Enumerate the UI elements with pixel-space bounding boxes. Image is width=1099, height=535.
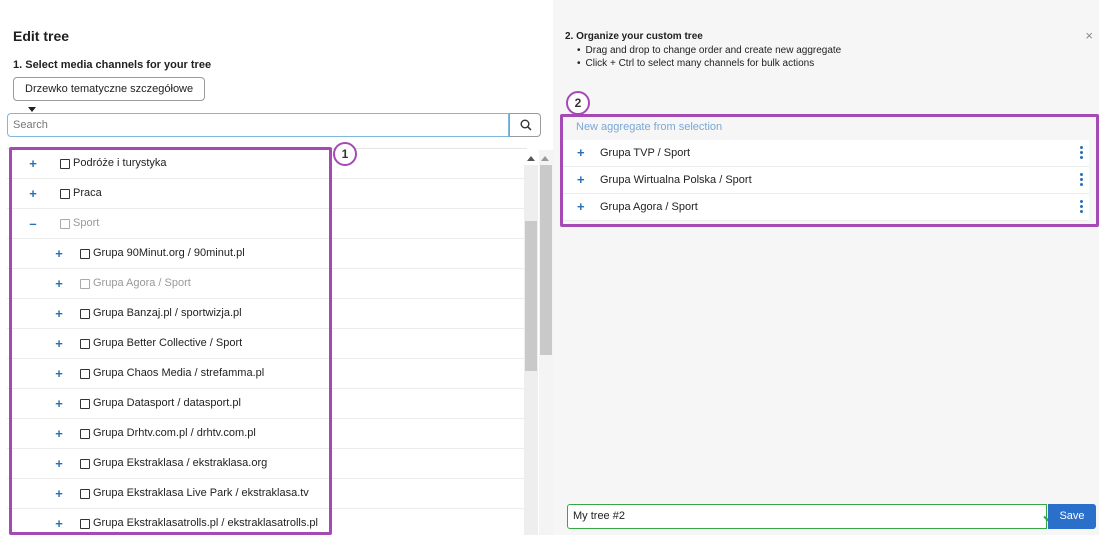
custom-tree-item-label: Grupa Wirtualna Polska / Sport: [600, 174, 752, 186]
tree-row[interactable]: + Grupa Ekstraklasa Live Park / ekstrakl…: [7, 479, 527, 509]
checkbox[interactable]: [80, 369, 90, 379]
expand-icon[interactable]: +: [53, 366, 65, 381]
expand-icon[interactable]: +: [53, 516, 65, 531]
custom-tree-item-label: Grupa Agora / Sport: [600, 201, 698, 213]
expand-icon[interactable]: +: [53, 336, 65, 351]
step-1-label: 1. Select media channels for your tree: [13, 59, 212, 71]
collapse-icon[interactable]: –: [27, 216, 39, 231]
tree-row-label: Grupa Datasport / datasport.pl: [93, 397, 241, 409]
scroll-up-icon[interactable]: [527, 156, 535, 161]
tree-row[interactable]: – Sport: [7, 209, 527, 239]
save-button[interactable]: Save: [1048, 504, 1096, 529]
tree-row-label: Grupa Drhtv.com.pl / drhtv.com.pl: [93, 427, 256, 439]
tree-row[interactable]: + Grupa Banzaj.pl / sportwizja.pl: [7, 299, 527, 329]
tree-row[interactable]: + Grupa Agora / Sport: [7, 269, 527, 299]
tree-row-label: Grupa Agora / Sport: [93, 277, 191, 289]
tree-name-value: My tree #2: [573, 510, 625, 522]
tree-type-dropdown[interactable]: Drzewko tematyczne szczegółowe: [13, 77, 205, 112]
tree-row-label: Grupa Ekstraklasa Live Park / ekstraklas…: [93, 487, 309, 499]
tree-scrollbar-thumb[interactable]: [525, 221, 537, 371]
checkbox[interactable]: [60, 159, 70, 169]
expand-icon[interactable]: +: [53, 396, 65, 411]
expand-icon[interactable]: +: [27, 156, 39, 171]
more-options-icon[interactable]: [1080, 146, 1083, 161]
search-input[interactable]: Search: [7, 113, 509, 137]
tree-row[interactable]: + Grupa Datasport / datasport.pl: [7, 389, 527, 419]
expand-icon[interactable]: +: [53, 486, 65, 501]
custom-tree-item[interactable]: + Grupa Agora / Sport: [563, 194, 1089, 221]
checkbox[interactable]: [80, 279, 90, 289]
tree-name-input[interactable]: My tree #2: [567, 504, 1055, 529]
checkbox[interactable]: [60, 219, 70, 229]
tree-row-label: Grupa Ekstraklasatrolls.pl / ekstraklasa…: [93, 517, 318, 529]
custom-tree-item-label: Grupa TVP / Sport: [600, 147, 691, 159]
instructions-list: Drag and drop to change order and create…: [577, 44, 842, 70]
expand-icon[interactable]: +: [53, 426, 65, 441]
expand-icon[interactable]: +: [53, 306, 65, 321]
search-icon: [520, 119, 532, 131]
new-aggregate-link[interactable]: New aggregate from selection: [576, 121, 722, 133]
more-options-icon[interactable]: [1080, 173, 1083, 188]
expand-icon[interactable]: +: [53, 246, 65, 261]
instruction-item: Drag and drop to change order and create…: [577, 44, 842, 57]
expand-icon[interactable]: +: [53, 456, 65, 471]
tree-row-label: Grupa Ekstraklasa / ekstraklasa.org: [93, 457, 268, 469]
dropdown-value: Drzewko tematyczne szczegółowe: [25, 83, 194, 95]
right-panel: 2. Organize your custom tree Drag and dr…: [553, 0, 1099, 535]
step-2-label: 2. Organize your custom tree: [565, 31, 703, 42]
checkbox[interactable]: [80, 489, 90, 499]
tree-row[interactable]: + Grupa Ekstraklasa / ekstraklasa.org: [7, 449, 527, 479]
tree-row[interactable]: + Grupa Drhtv.com.pl / drhtv.com.pl: [7, 419, 527, 449]
checkbox[interactable]: [80, 399, 90, 409]
tree-row[interactable]: + Grupa Chaos Media / strefamma.pl: [7, 359, 527, 389]
checkbox[interactable]: [80, 429, 90, 439]
expand-icon[interactable]: +: [27, 186, 39, 201]
expand-icon[interactable]: +: [577, 199, 585, 214]
caret-down-icon: [28, 107, 36, 112]
tree-row-label: Sport: [73, 217, 100, 229]
page-title: Edit tree: [13, 28, 70, 44]
tree-row-label: Podróże i turystyka: [73, 157, 167, 169]
page-scrollbar-thumb[interactable]: [540, 165, 552, 355]
checkbox[interactable]: [80, 249, 90, 259]
search-button[interactable]: [509, 113, 541, 137]
close-icon[interactable]: ×: [1085, 28, 1093, 43]
expand-icon[interactable]: +: [577, 145, 585, 160]
left-panel: Edit tree 1. Select media channels for y…: [0, 0, 553, 535]
checkbox[interactable]: [80, 309, 90, 319]
scroll-up-icon[interactable]: [541, 156, 549, 161]
custom-tree-item[interactable]: + Grupa Wirtualna Polska / Sport: [563, 167, 1089, 194]
expand-icon[interactable]: +: [577, 172, 585, 187]
step-badge-2: 2: [566, 91, 590, 115]
tree-row[interactable]: + Grupa Ekstraklasatrolls.pl / ekstrakla…: [7, 509, 527, 535]
expand-icon[interactable]: +: [53, 276, 65, 291]
instruction-item: Click + Ctrl to select many channels for…: [577, 57, 841, 70]
custom-tree-item[interactable]: + Grupa TVP / Sport: [563, 140, 1089, 167]
checkbox[interactable]: [60, 189, 70, 199]
tree-row[interactable]: + Praca: [7, 179, 527, 209]
tree-row[interactable]: + Podróże i turystyka: [7, 149, 527, 179]
tree-row-label: Grupa Better Collective / Sport: [93, 337, 243, 349]
checkbox[interactable]: [80, 519, 90, 529]
tree-row-label: Grupa 90Minut.org / 90minut.pl: [93, 247, 245, 259]
step-badge-1: 1: [333, 142, 357, 166]
checkbox[interactable]: [80, 459, 90, 469]
tree-row-label: Grupa Banzaj.pl / sportwizja.pl: [93, 307, 242, 319]
tree-row[interactable]: + Grupa Better Collective / Sport: [7, 329, 527, 359]
tree-row[interactable]: + Grupa 90Minut.org / 90minut.pl: [7, 239, 527, 269]
tree-row-label: Praca: [73, 187, 102, 199]
channel-tree: + Podróże i turystyka + Praca – Sport + …: [7, 148, 527, 535]
checkbox[interactable]: [80, 339, 90, 349]
tree-row-label: Grupa Chaos Media / strefamma.pl: [93, 367, 265, 379]
more-options-icon[interactable]: [1080, 200, 1083, 215]
